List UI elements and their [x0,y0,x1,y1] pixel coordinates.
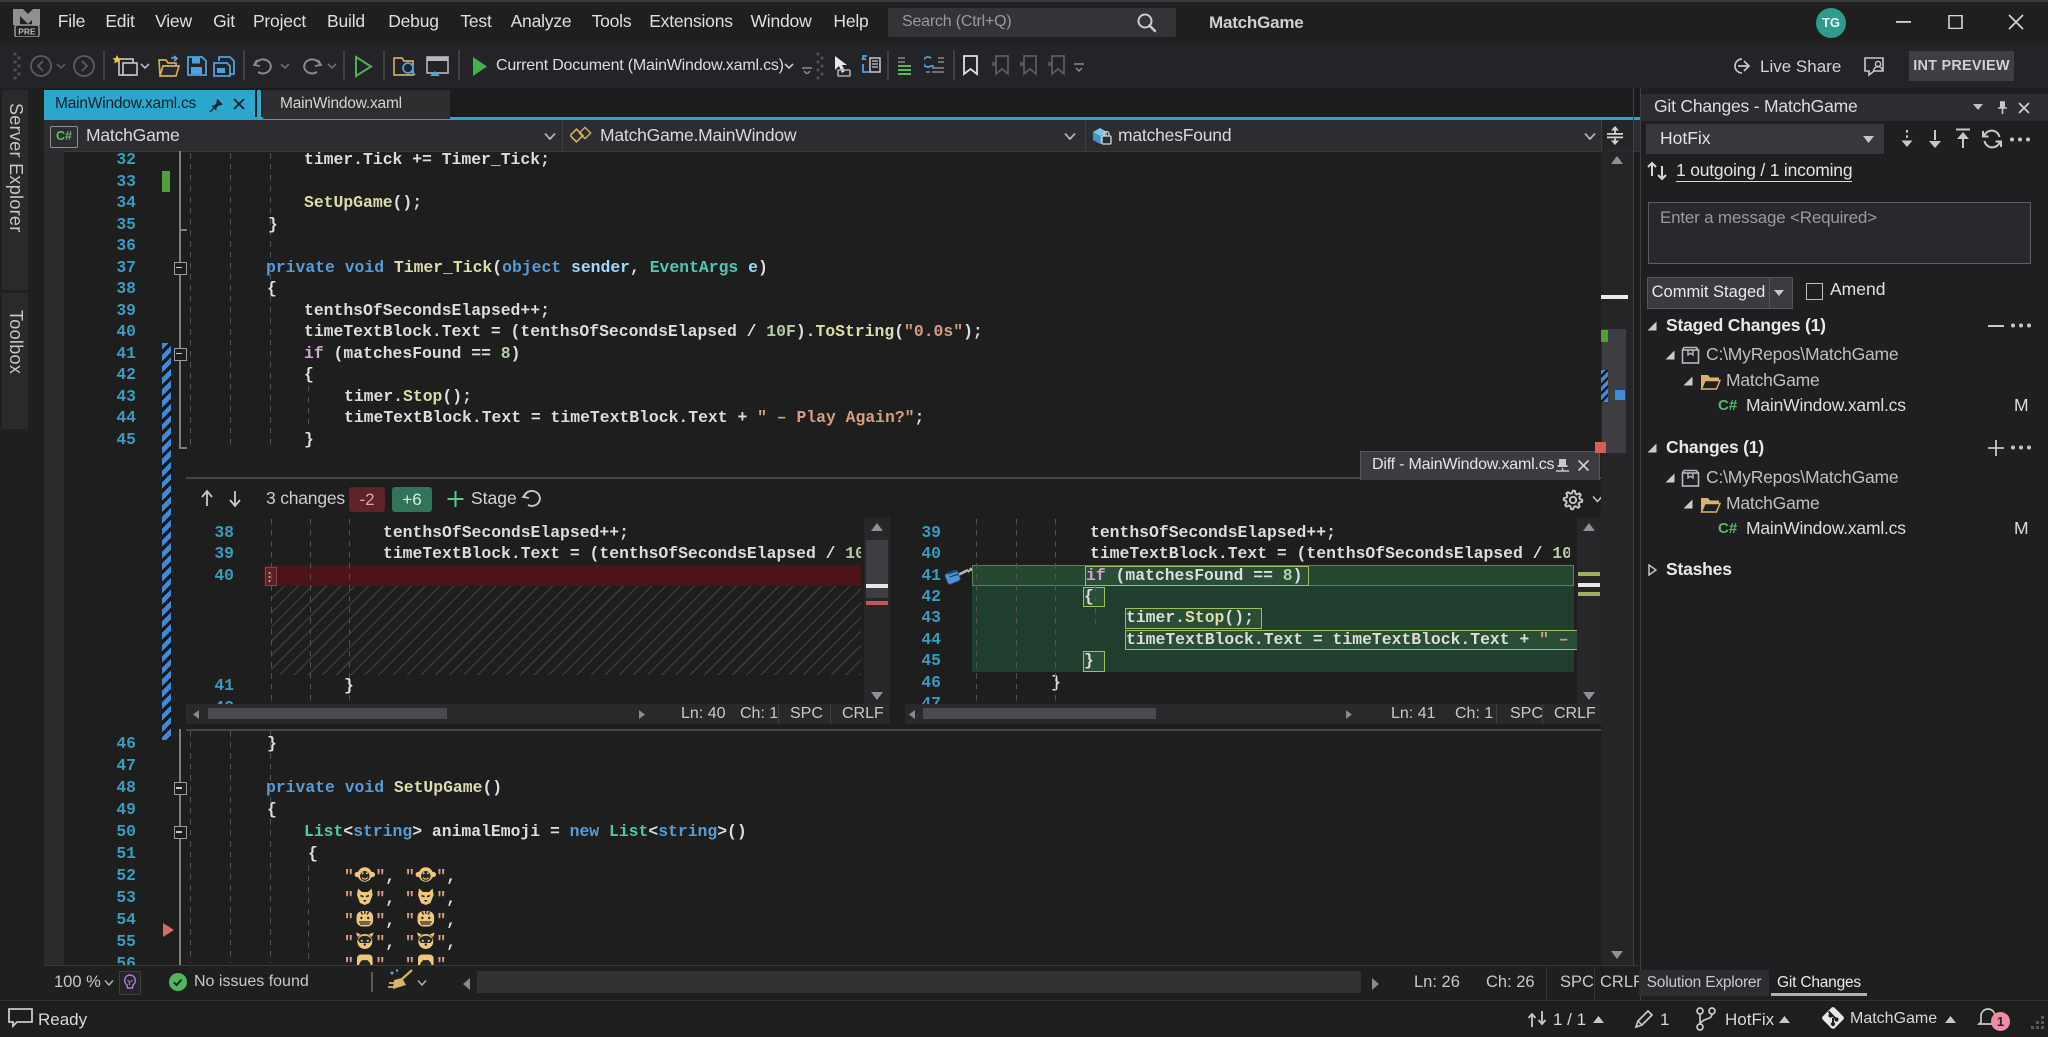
svg-text:PRE: PRE [18,27,36,37]
